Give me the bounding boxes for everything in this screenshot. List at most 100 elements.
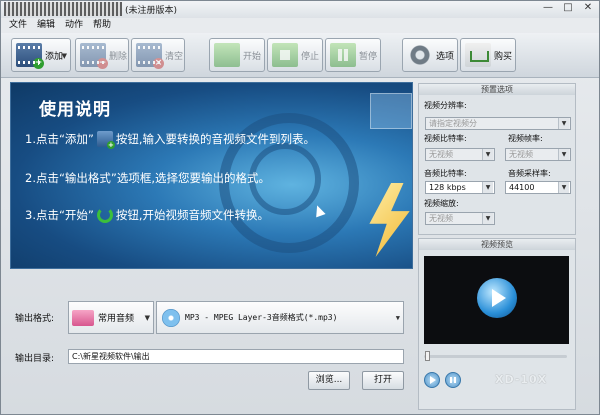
chevron-down-icon[interactable]: ▼ [558, 118, 569, 129]
video-resolution-select[interactable]: 请指定视频分 ▼ [425, 117, 571, 130]
video-fps-select[interactable]: 无视频 ▼ [505, 148, 571, 161]
pause-button[interactable] [445, 372, 461, 388]
chevron-down-icon[interactable]: ▼ [558, 182, 569, 193]
video-resolution-label: 视频分辨率: [424, 101, 467, 110]
menu-file[interactable]: 文件 [9, 18, 27, 32]
close-button[interactable]: ✕ [581, 2, 595, 14]
clear-button[interactable]: × 清空 [131, 38, 185, 72]
step3-text-b: 按钮,开始视频音频文件转换。 [115, 208, 270, 222]
video-zoom-value: 无视频 [429, 214, 453, 223]
audio-disc-icon [162, 308, 180, 327]
output-dir-field[interactable]: C:\新星视频软件\输出 [68, 349, 404, 364]
format-category-select[interactable]: 常用音频 ▼ [68, 301, 154, 334]
add-label: 添加 [45, 51, 64, 62]
open-button[interactable]: 打开 [362, 371, 404, 390]
audio-samplerate-label: 音频采样率: [508, 169, 551, 178]
banner-title: 使用说明 [39, 100, 111, 120]
window-controls: — □ ✕ [541, 2, 595, 14]
stop-button[interactable]: 停止 [267, 38, 323, 72]
audio-samplerate-value: 44100 [509, 183, 535, 192]
audio-bitrate-select[interactable]: 128 kbps ▼ [425, 181, 495, 194]
buy-label: 购买 [494, 51, 513, 62]
start-label: 开始 [243, 51, 262, 62]
chevron-down-icon[interactable]: ▼ [145, 314, 150, 322]
audio-category-icon [72, 309, 94, 326]
chevron-down-icon[interactable]: ▼ [482, 213, 493, 224]
chevron-down-icon[interactable]: ▼ [62, 52, 67, 60]
preview-screen [424, 256, 569, 344]
minimize-button[interactable]: — [541, 2, 555, 14]
format-category-value: 常用音频 [98, 314, 135, 324]
title-bar: (未注册版本) — □ ✕ [1, 1, 599, 18]
app-window: (未注册版本) — □ ✕ 文件 编辑 动作 帮助 + 添加 ▼ − 删除 × … [0, 0, 600, 415]
video-bitrate-label: 视频比特率: [424, 134, 467, 143]
menu-bar: 文件 编辑 动作 帮助 [1, 18, 599, 32]
preset-options-panel: 预置选项 视频分辨率: 请指定视频分 ▼ 视频比特率: 视频帧率: 无视频 ▼ 无视… [418, 83, 576, 235]
start-button[interactable]: 开始 [209, 38, 265, 72]
video-preview-header: 视频预览 [419, 239, 575, 250]
step1-text-b: 按钮,输入要转换的音视频文件到列表。 [115, 132, 316, 146]
chevron-down-icon[interactable]: ▼ [482, 182, 493, 193]
output-dir-label: 输出目录: [15, 354, 55, 364]
window-title: (未注册版本) [125, 6, 178, 16]
stop-label: 停止 [301, 51, 320, 62]
toolbar: + 添加 ▼ − 删除 × 清空 开始 停止 暂停 选项 购买 [1, 33, 599, 78]
preset-options-header: 预置选项 [419, 84, 575, 95]
gear-icon [407, 43, 433, 67]
video-zoom-select[interactable]: 无视频 ▼ [425, 212, 495, 225]
pause-label: 暂停 [359, 51, 378, 62]
video-bitrate-select[interactable]: 无视频 ▼ [425, 148, 495, 161]
seek-handle[interactable] [425, 351, 430, 361]
lightning-icon [369, 183, 410, 257]
chevron-down-icon[interactable]: ▼ [558, 149, 569, 160]
video-resolution-value: 请指定视频分 [429, 119, 477, 128]
instruction-step-3: 3.点击“开始” 按钮,开始视频音频文件转换。 [25, 207, 269, 223]
menu-help[interactable]: 帮助 [93, 18, 111, 32]
step1-text-a: 1.点击“添加” [25, 132, 94, 146]
clear-list-icon: × [136, 43, 164, 69]
chevron-down-icon[interactable]: ▼ [396, 314, 400, 322]
stop-icon [272, 43, 298, 67]
options-label: 选项 [436, 51, 455, 62]
add-button[interactable]: + 添加 ▼ [11, 38, 71, 72]
filmstrip-graphic [370, 93, 412, 129]
buy-button[interactable]: 购买 [460, 38, 516, 72]
output-format-select[interactable]: MP3 - MPEG Layer-3音频格式(*.mp3) ▼ [156, 301, 404, 334]
instruction-step-2: 2.点击“输出格式”选项框,选择您要输出的格式。 [25, 171, 271, 185]
seek-bar[interactable] [424, 355, 567, 358]
maximize-button[interactable]: □ [561, 2, 575, 14]
video-fps-value: 无视频 [509, 150, 533, 159]
play-icon [430, 376, 436, 384]
chevron-down-icon[interactable]: ▼ [482, 149, 493, 160]
video-preview-panel: 视频预览 XD-10X [418, 238, 576, 410]
menu-action[interactable]: 动作 [65, 18, 83, 32]
pause-button[interactable]: 暂停 [325, 38, 381, 72]
step3-text-a: 3.点击“开始” [25, 208, 94, 222]
refresh-icon [96, 207, 113, 223]
video-zoom-label: 视频缩放: [424, 199, 459, 208]
delete-button[interactable]: − 删除 [75, 38, 129, 72]
audio-samplerate-select[interactable]: 44100 ▼ [505, 181, 571, 194]
play-button[interactable] [424, 372, 440, 388]
pause-icon [450, 377, 452, 383]
instructions-banner: 使用说明 1.点击“添加” + 按钮,输入要转换的音视频文件到列表。 2.点击“… [10, 82, 413, 269]
cart-icon [465, 43, 491, 67]
play-icon[interactable] [477, 278, 517, 318]
delete-file-icon: − [80, 43, 108, 69]
clear-label: 清空 [165, 51, 184, 62]
add-file-icon: + [16, 43, 44, 69]
audio-bitrate-value: 128 kbps [429, 183, 466, 192]
video-bitrate-value: 无视频 [429, 150, 453, 159]
delete-label: 删除 [109, 51, 128, 62]
instruction-step-1: 1.点击“添加” + 按钮,输入要转换的音视频文件到列表。 [25, 131, 316, 149]
browse-button[interactable]: 浏览... [308, 371, 350, 390]
options-button[interactable]: 选项 [402, 38, 458, 72]
add-file-icon: + [96, 131, 115, 149]
audio-bitrate-label: 音频比特率: [424, 169, 467, 178]
video-fps-label: 视频帧率: [508, 134, 543, 143]
pause-icon [330, 43, 356, 67]
output-format-value: MP3 - MPEG Layer-3音频格式(*.mp3) [185, 313, 338, 322]
refresh-icon [214, 43, 240, 67]
menu-edit[interactable]: 编辑 [37, 18, 55, 32]
brand-watermark: XD-10X [495, 373, 548, 386]
